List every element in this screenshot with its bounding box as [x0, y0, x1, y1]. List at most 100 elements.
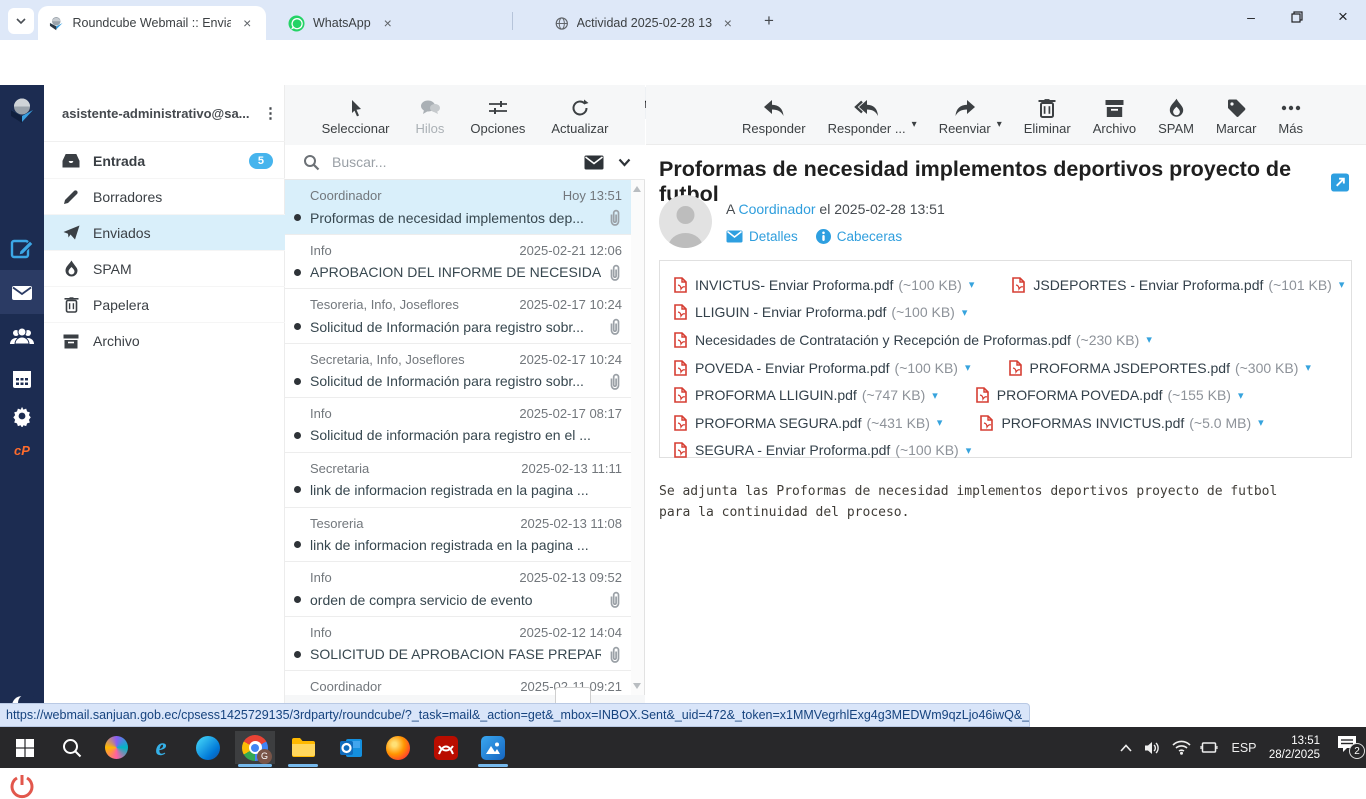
message-toolbar: Responder Responder ... ▾ Reenviar ▾ Eli…	[646, 85, 1366, 145]
list-item[interactable]: Info2025-02-12 14:04 SOLICITUD DE APROBA…	[285, 617, 632, 672]
attachment-item[interactable]: POVEDA - Enviar Proforma.pdf(~100 KB)▾	[674, 360, 971, 376]
open-in-new-window-icon[interactable]	[1331, 173, 1349, 192]
taskbar-search-icon[interactable]	[52, 731, 92, 764]
close-button[interactable]: ×	[1320, 0, 1366, 34]
tray-chevron-icon[interactable]	[1114, 727, 1138, 768]
copilot-icon[interactable]	[96, 731, 136, 764]
search-input[interactable]: Buscar...	[332, 154, 584, 170]
contacts-icon[interactable]	[0, 325, 44, 347]
list-scrollbar[interactable]	[631, 180, 644, 695]
settings-gear-icon[interactable]	[0, 405, 44, 427]
attachment-item[interactable]: PROFORMA JSDEPORTES.pdf(~300 KB)▾	[1009, 360, 1311, 376]
list-item[interactable]: Info2025-02-13 09:52 orden de compra ser…	[285, 562, 632, 617]
tab-close-icon[interactable]: ×	[721, 14, 735, 32]
tab-whatsapp[interactable]: WhatsApp ×	[278, 6, 500, 40]
attachment-menu-caret[interactable]: ▾	[1305, 361, 1311, 374]
sidebar-item-entrada[interactable]: Entrada 5	[44, 143, 285, 179]
sidebar-item-borradores[interactable]: Borradores	[44, 179, 285, 215]
tab-actividad[interactable]: Actividad 2025-02-28 13:00:00 ×	[545, 6, 745, 40]
select-button[interactable]: Seleccionar	[322, 85, 390, 145]
mail-icon[interactable]	[0, 281, 44, 305]
edge-icon[interactable]	[188, 731, 228, 764]
tab-close-icon[interactable]: ×	[239, 14, 256, 32]
recipient-link[interactable]: Coordinador	[738, 201, 815, 217]
attachment-item[interactable]: Necesidades de Contratación y Recepción …	[674, 332, 1152, 348]
list-item[interactable]: CoordinadorHoy 13:51 Proformas de necesi…	[285, 180, 632, 235]
list-item[interactable]: Tesoreria, Info, Joseflores2025-02-17 10…	[285, 289, 632, 344]
scroll-up-icon[interactable]	[633, 186, 641, 192]
sidebar-item-papelera[interactable]: Papelera	[44, 287, 285, 323]
file-explorer-icon[interactable]	[283, 731, 323, 764]
reply-button[interactable]: Responder	[742, 85, 806, 144]
search-options-chevron-icon[interactable]	[618, 158, 631, 167]
list-item[interactable]: Info2025-02-21 12:06 APROBACION DEL INFO…	[285, 235, 632, 290]
search-bar[interactable]: Buscar...	[285, 145, 645, 180]
attachment-menu-caret[interactable]: ▾	[1146, 333, 1152, 346]
forward-button[interactable]: Reenviar	[939, 85, 991, 144]
refresh-button[interactable]: Actualizar	[551, 85, 608, 145]
chrome-icon[interactable]: G	[235, 731, 275, 764]
delete-button[interactable]: Eliminar	[1024, 85, 1071, 144]
list-item[interactable]: Secretaria, Info, Joseflores2025-02-17 1…	[285, 344, 632, 399]
attachment-item[interactable]: LLIGUIN - Enviar Proforma.pdf(~100 KB)▾	[674, 304, 967, 320]
reply-all-menu-caret[interactable]: ▾	[912, 119, 917, 130]
options-button[interactable]: Opciones	[470, 85, 525, 145]
search-scope-mail-icon[interactable]	[584, 155, 604, 170]
attachment-menu-caret[interactable]: ▾	[937, 416, 943, 429]
acrobat-icon[interactable]	[426, 731, 466, 764]
language-indicator[interactable]: ESP	[1226, 727, 1262, 768]
logout-power-icon[interactable]	[0, 773, 44, 799]
attachment-menu-caret[interactable]: ▾	[966, 444, 972, 457]
tab-roundcube[interactable]: Roundcube Webmail :: Enviados ×	[38, 6, 266, 40]
attachment-item[interactable]: PROFORMA LLIGUIN.pdf(~747 KB)▾	[674, 387, 938, 403]
headers-toggle[interactable]: Cabeceras	[816, 229, 902, 244]
attachment-item[interactable]: PROFORMA SEGURA.pdf(~431 KB)▾	[674, 415, 942, 431]
reply-all-button[interactable]: Responder ...	[828, 85, 906, 144]
new-tab-button[interactable]: +	[757, 9, 781, 33]
volume-icon[interactable]	[1140, 727, 1166, 768]
attachment-item[interactable]: INVICTUS- Enviar Proforma.pdf(~100 KB)▾	[674, 277, 974, 293]
compose-icon[interactable]	[0, 237, 44, 261]
attachment-menu-caret[interactable]: ▾	[1339, 278, 1345, 291]
wifi-icon[interactable]	[1168, 727, 1194, 768]
attachment-item[interactable]: PROFORMAS INVICTUS.pdf(~5.0 MB)▾	[980, 415, 1263, 431]
threads-button[interactable]: Hilos	[416, 85, 445, 145]
taskbar-clock[interactable]: 13:51 28/2/2025	[1269, 727, 1320, 768]
list-item[interactable]: Info2025-02-17 08:17 Solicitud de inform…	[285, 398, 632, 453]
details-toggle[interactable]: Detalles	[726, 229, 798, 244]
tab-close-icon[interactable]: ×	[379, 14, 397, 32]
internet-explorer-icon[interactable]: e	[141, 731, 181, 764]
list-item[interactable]: Secretaria2025-02-13 11:11 link de infor…	[285, 453, 632, 508]
sidebar-item-archivo[interactable]: Archivo	[44, 323, 285, 359]
cast-display-icon[interactable]	[1196, 727, 1222, 768]
photos-icon[interactable]	[473, 731, 513, 764]
notification-center-icon[interactable]: 2	[1336, 734, 1358, 754]
attachment-item[interactable]: PROFORMA POVEDA.pdf(~155 KB)▾	[976, 387, 1244, 403]
forward-menu-caret[interactable]: ▾	[997, 119, 1002, 130]
attachment-item[interactable]: JSDEPORTES - Enviar Proforma.pdf(~101 KB…	[1012, 277, 1344, 293]
firefox-icon[interactable]	[378, 731, 418, 764]
attachment-menu-caret[interactable]: ▾	[932, 389, 938, 402]
attachment-menu-caret[interactable]: ▾	[965, 361, 971, 374]
attachment-menu-caret[interactable]: ▾	[969, 278, 975, 291]
cpanel-icon[interactable]: cP	[0, 443, 44, 458]
more-button[interactable]: Más	[1278, 85, 1303, 144]
calendar-icon[interactable]	[0, 368, 44, 390]
outlook-icon[interactable]	[331, 731, 371, 764]
attachment-menu-caret[interactable]: ▾	[1238, 389, 1244, 402]
sidebar-item-spam[interactable]: SPAM	[44, 251, 285, 287]
attachment-item[interactable]: SEGURA - Enviar Proforma.pdf(~100 KB)▾	[674, 442, 971, 458]
attachment-menu-caret[interactable]: ▾	[1258, 416, 1264, 429]
scroll-down-icon[interactable]	[633, 683, 641, 689]
start-button[interactable]	[5, 731, 45, 764]
attachment-menu-caret[interactable]: ▾	[962, 306, 968, 319]
list-item[interactable]: Tesoreria2025-02-13 11:08 link de inform…	[285, 508, 632, 563]
spam-button[interactable]: SPAM	[1158, 85, 1194, 144]
mark-button[interactable]: Marcar	[1216, 85, 1256, 144]
minimize-button[interactable]: –	[1228, 0, 1274, 34]
tab-search-button[interactable]	[8, 8, 34, 34]
account-menu-button[interactable]: ⋮	[263, 111, 277, 116]
restore-button[interactable]	[1274, 0, 1320, 34]
sidebar-item-enviados[interactable]: Enviados	[44, 215, 285, 251]
archive-button[interactable]: Archivo	[1093, 85, 1136, 144]
